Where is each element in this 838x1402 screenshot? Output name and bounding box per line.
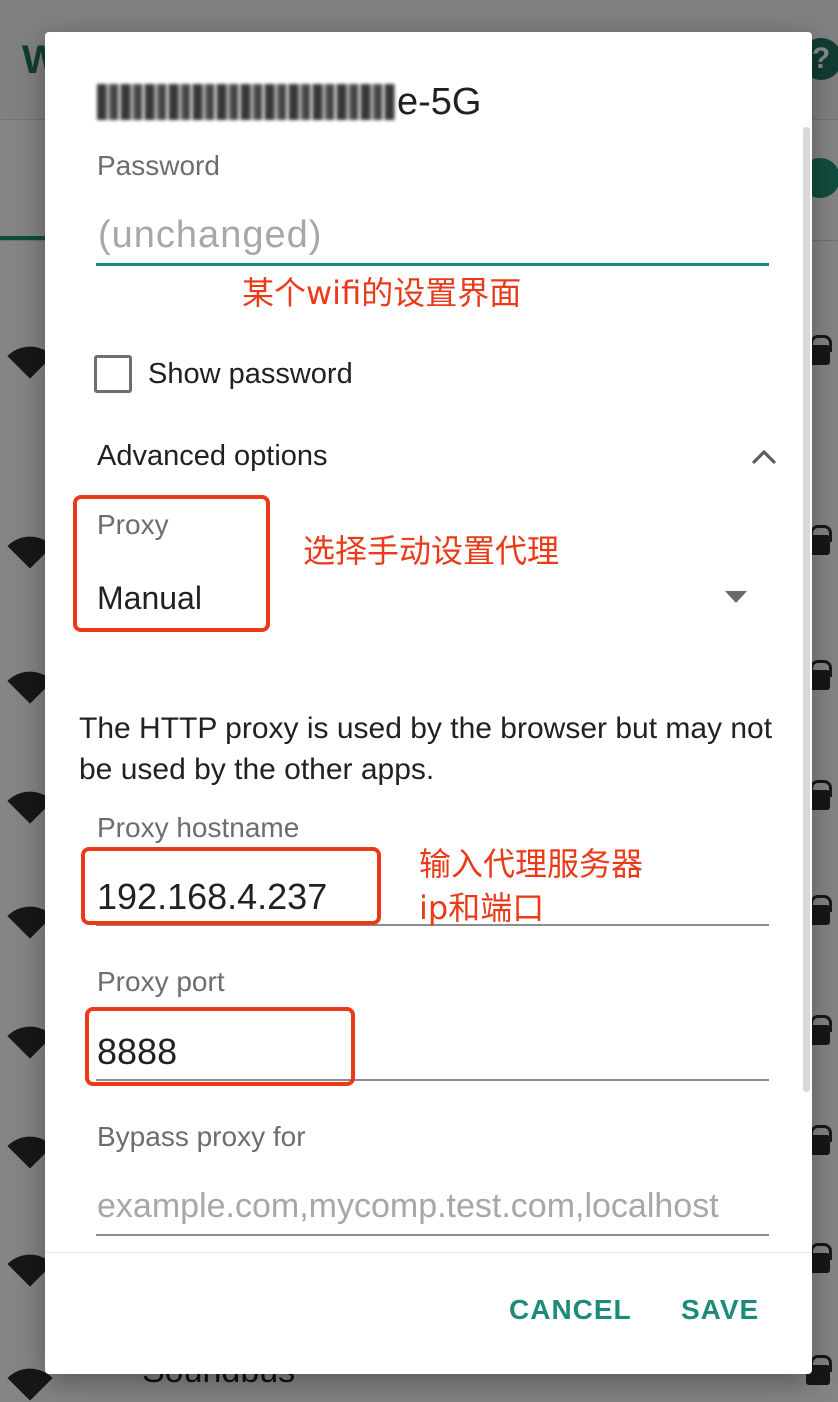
save-button[interactable]: SAVE <box>681 1294 759 1326</box>
proxy-hostname-label: Proxy hostname <box>97 812 300 843</box>
dialog-title: e-5G <box>97 80 481 124</box>
show-password-checkbox[interactable]: Show password <box>94 355 353 393</box>
advanced-options-label: Advanced options <box>97 439 328 472</box>
annotation-enter-proxy-line2: ip和端口 <box>419 889 545 927</box>
ssid-redacted <box>97 84 395 120</box>
proxy-port-label: Proxy port <box>97 966 225 997</box>
highlight-port-box <box>85 1007 355 1086</box>
bypass-proxy-label: Bypass proxy for <box>97 1121 306 1152</box>
bypass-proxy-input[interactable] <box>96 1178 769 1236</box>
chevron-up-icon[interactable] <box>751 443 777 469</box>
ssid-suffix: e-5G <box>397 80 482 123</box>
show-password-label: Show password <box>148 357 353 390</box>
annotation-enter-proxy-line1: 输入代理服务器 <box>419 845 644 883</box>
annotation-enter-proxy: 输入代理服务器 ip和端口 <box>419 842 643 930</box>
annotation-wifi-settings: 某个wifi的设置界面 <box>242 274 522 312</box>
password-label: Password <box>97 150 220 181</box>
password-field[interactable] <box>96 208 769 266</box>
cancel-button[interactable]: CANCEL <box>509 1294 632 1326</box>
scrollbar[interactable] <box>803 127 810 1092</box>
highlight-hostname-box <box>81 847 381 925</box>
advanced-options-toggle[interactable]: Advanced options <box>97 434 777 478</box>
highlight-proxy-box <box>73 495 270 632</box>
wifi-settings-dialog: e-5G Password Show password Advanced opt… <box>45 32 812 1374</box>
checkbox-icon[interactable] <box>94 355 132 393</box>
proxy-info-text: The HTTP proxy is used by the browser bu… <box>79 712 773 786</box>
annotation-choose-manual: 选择手动设置代理 <box>303 532 560 570</box>
footer-divider <box>45 1252 812 1253</box>
dropdown-arrow-icon[interactable] <box>725 591 747 605</box>
